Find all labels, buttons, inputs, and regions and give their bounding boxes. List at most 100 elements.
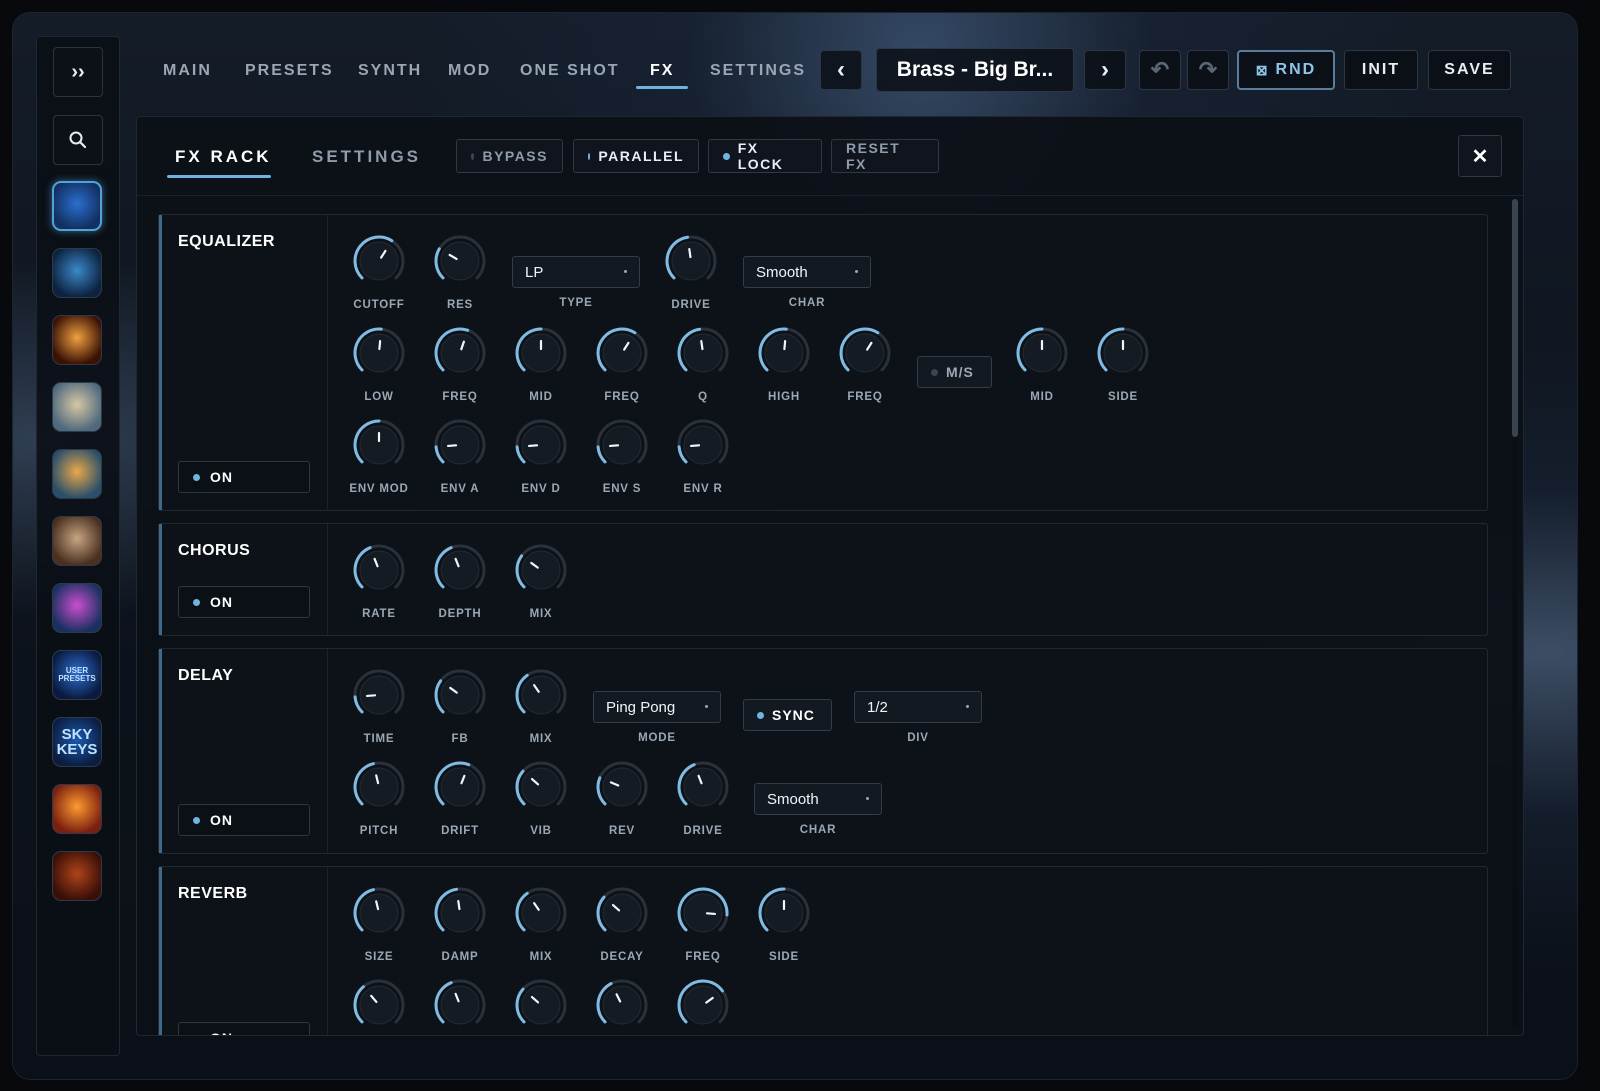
delay-vib-knob[interactable]: VIB — [499, 759, 583, 849]
knob-dial[interactable] — [513, 885, 569, 941]
nav-tab-one-shot[interactable]: ONE SHOT — [520, 62, 620, 80]
knob-dial[interactable] — [513, 759, 569, 815]
nav-tab-main[interactable]: MAIN — [163, 62, 212, 80]
chorus-mix-knob[interactable]: MIX — [499, 542, 583, 632]
init-button[interactable]: INIT — [1344, 50, 1418, 90]
knob-dial[interactable] — [432, 325, 488, 381]
knob-dial[interactable] — [594, 325, 650, 381]
scrollbar-thumb[interactable] — [1512, 199, 1518, 437]
delay-rev-knob[interactable]: REV — [580, 759, 664, 849]
reverb-row2-1-knob-knob[interactable] — [418, 977, 502, 1035]
knob-dial[interactable] — [432, 667, 488, 723]
eq-1-freq-knob[interactable]: FREQ — [418, 325, 502, 415]
knob-dial[interactable] — [594, 759, 650, 815]
eq-3-freq-knob[interactable]: FREQ — [580, 325, 664, 415]
eq-char-dropdown[interactable]: Smooth — [743, 256, 871, 288]
eq-ms-toggle[interactable]: M/S — [917, 356, 992, 388]
knob-dial[interactable] — [1095, 325, 1151, 381]
eq-res-knob[interactable]: RES — [418, 233, 502, 323]
knob-dial[interactable] — [432, 417, 488, 473]
knob-dial[interactable] — [756, 885, 812, 941]
reset-fx-button[interactable]: RESET FX — [831, 139, 939, 173]
nav-tab-settings[interactable]: SETTINGS — [710, 62, 806, 80]
reverb-row2-4-knob-knob[interactable] — [661, 977, 745, 1035]
preset-pack-1[interactable] — [52, 181, 102, 231]
knob-dial[interactable] — [756, 325, 812, 381]
close-fx-panel-button[interactable]: ✕ — [1458, 135, 1502, 177]
knob-dial[interactable] — [594, 977, 650, 1033]
reverb-on-toggle[interactable]: ON — [178, 1022, 310, 1035]
equalizer-on-toggle[interactable]: ON — [178, 461, 310, 493]
preset-pack-11[interactable] — [52, 851, 102, 901]
reverb-size-knob[interactable]: SIZE — [337, 885, 421, 975]
expand-sidebar-button[interactable]: ›› — [53, 47, 103, 97]
bypass-toggle[interactable]: BYPASS — [456, 139, 563, 173]
knob-dial[interactable] — [351, 542, 407, 598]
preset-pack-sky-keys[interactable]: SKY KEYS — [52, 717, 102, 767]
eq-env-s-knob[interactable]: ENV S — [580, 417, 664, 507]
preset-pack-5[interactable] — [52, 449, 102, 499]
eq-type-dropdown[interactable]: LP — [512, 256, 640, 288]
knob-dial[interactable] — [513, 325, 569, 381]
reverb-mix-knob[interactable]: MIX — [499, 885, 583, 975]
preset-pack-4[interactable] — [52, 382, 102, 432]
knob-dial[interactable] — [351, 977, 407, 1033]
eq-2-mid-knob[interactable]: MID — [499, 325, 583, 415]
reverb-damp-knob[interactable]: DAMP — [418, 885, 502, 975]
delay-fb-knob[interactable]: FB — [418, 667, 502, 757]
delay-on-toggle[interactable]: ON — [178, 804, 310, 836]
delay-pitch-knob[interactable]: PITCH — [337, 759, 421, 849]
knob-dial[interactable] — [432, 233, 488, 289]
preset-pack-10[interactable] — [52, 784, 102, 834]
knob-dial[interactable] — [675, 417, 731, 473]
knob-dial[interactable] — [675, 759, 731, 815]
save-button[interactable]: SAVE — [1428, 50, 1511, 90]
eq-6-freq-knob[interactable]: FREQ — [823, 325, 907, 415]
knob-dial[interactable] — [513, 542, 569, 598]
chorus-rate-knob[interactable]: RATE — [337, 542, 421, 632]
knob-dial[interactable] — [675, 325, 731, 381]
reverb-side-knob[interactable]: SIDE — [742, 885, 826, 975]
eq-env-d-knob[interactable]: ENV D — [499, 417, 583, 507]
eq-0-low-knob[interactable]: LOW — [337, 325, 421, 415]
knob-dial[interactable] — [675, 885, 731, 941]
delay-drift-knob[interactable]: DRIFT — [418, 759, 502, 849]
preset-pack-6[interactable] — [52, 516, 102, 566]
eq-ms-mid-knob[interactable]: MID — [1000, 325, 1084, 415]
knob-dial[interactable] — [351, 759, 407, 815]
eq-env-a-knob[interactable]: ENV A — [418, 417, 502, 507]
nav-tab-synth[interactable]: SYNTH — [358, 62, 422, 80]
delay-sync-toggle[interactable]: SYNC — [743, 699, 832, 731]
knob-dial[interactable] — [594, 417, 650, 473]
parallel-toggle[interactable]: PARALLEL — [573, 139, 699, 173]
eq-4-q-knob[interactable]: Q — [661, 325, 745, 415]
knob-dial[interactable] — [432, 885, 488, 941]
randomize-button[interactable]: ⊠ RND — [1237, 50, 1335, 90]
delay-mix-knob[interactable]: MIX — [499, 667, 583, 757]
preset-pack-7[interactable] — [52, 583, 102, 633]
preset-pack-user[interactable]: USER PRESETS — [52, 650, 102, 700]
knob-dial[interactable] — [351, 417, 407, 473]
preset-pack-2[interactable] — [52, 248, 102, 298]
chorus-on-toggle[interactable]: ON — [178, 586, 310, 618]
eq-cutoff-knob[interactable]: CUTOFF — [337, 233, 421, 323]
reverb-row2-0-knob-knob[interactable] — [337, 977, 421, 1035]
tab-fx-rack[interactable]: FX RACK — [175, 147, 272, 167]
nav-tab-presets[interactable]: PRESETS — [245, 62, 334, 80]
eq-env-r-knob[interactable]: ENV R — [661, 417, 745, 507]
delay-drive-knob[interactable]: DRIVE — [661, 759, 745, 849]
reverb-decay-knob[interactable]: DECAY — [580, 885, 664, 975]
eq-5-high-knob[interactable]: HIGH — [742, 325, 826, 415]
search-button[interactable] — [53, 115, 103, 165]
reverb-row2-3-knob-knob[interactable] — [580, 977, 664, 1035]
preset-name-display[interactable]: Brass - Big Br... — [876, 48, 1074, 92]
tab-fx-settings[interactable]: SETTINGS — [312, 147, 421, 167]
eq-env-mod-knob[interactable]: ENV MOD — [337, 417, 421, 507]
redo-button[interactable]: ↷ — [1187, 50, 1229, 90]
delay-char-dropdown[interactable]: Smooth — [754, 783, 882, 815]
knob-dial[interactable] — [663, 233, 719, 289]
knob-dial[interactable] — [432, 977, 488, 1033]
knob-dial[interactable] — [351, 325, 407, 381]
knob-dial[interactable] — [351, 667, 407, 723]
fx-lock-toggle[interactable]: FX LOCK — [708, 139, 822, 173]
